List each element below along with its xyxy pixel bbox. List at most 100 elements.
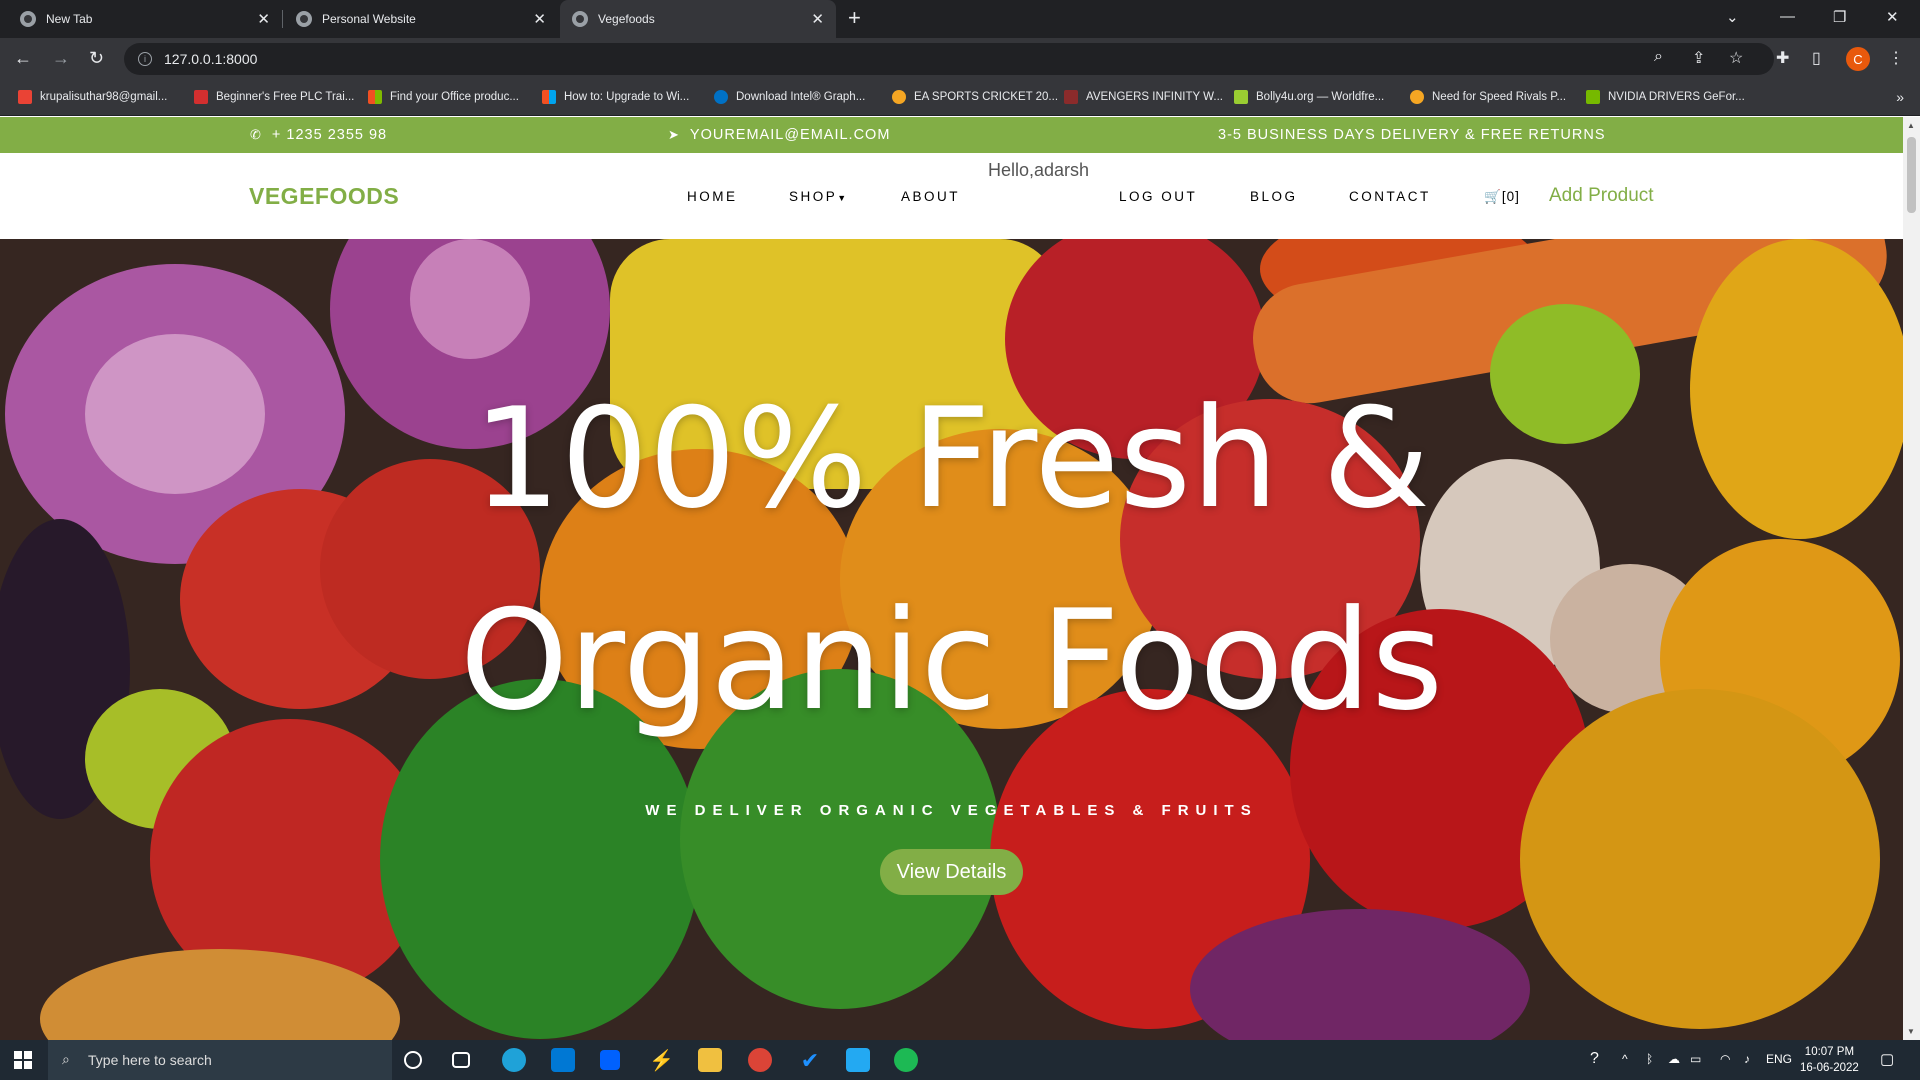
tab-vegefoods[interactable]: Vegefoods ✕ (560, 0, 836, 38)
forward-icon[interactable]: → (52, 48, 70, 69)
nav-home[interactable]: HOME (687, 189, 738, 204)
scroll-down-icon[interactable]: ▼ (1907, 1027, 1915, 1036)
chevron-up-icon[interactable]: ^ (1622, 1052, 1628, 1066)
tab-title: Personal Website (322, 12, 416, 26)
plc-icon (194, 90, 208, 104)
bookmark-label: How to: Upgrade to Wi... (564, 91, 690, 103)
language-indicator[interactable]: ENG (1766, 1052, 1792, 1066)
nav-logout[interactable]: LOG OUT (1119, 189, 1197, 204)
paper-plane-icon: ➤ (668, 127, 680, 142)
email-address: YOUREMAIL@EMAIL.COM (689, 127, 891, 143)
todo-icon[interactable]: ✔ (798, 1048, 822, 1073)
web-page: ✆ + 1235 2355 98 ➤ YOUREMAIL@EMAIL.COM 3… (0, 117, 1903, 1040)
bookmark-label: Beginner's Free PLC Trai... (216, 91, 355, 103)
close-tab-icon[interactable]: ✕ (257, 10, 270, 28)
minimize-icon[interactable]: — (1780, 8, 1795, 25)
cloud-icon[interactable]: ☁ (1668, 1052, 1680, 1066)
bookmark-item[interactable]: Download Intel® Graph... (714, 90, 865, 104)
greeting-text: Hello,adarsh (988, 160, 1090, 180)
bluetooth-icon[interactable]: ᛒ (1646, 1052, 1653, 1066)
nav-about[interactable]: ABOUT (901, 189, 960, 204)
profile-avatar[interactable]: C (1846, 47, 1870, 71)
scroll-up-icon[interactable]: ▲ (1907, 121, 1915, 130)
wifi-icon[interactable]: ◠ (1720, 1052, 1730, 1066)
close-tab-icon[interactable]: ✕ (533, 10, 546, 28)
volume-icon[interactable]: ♪ (1744, 1052, 1750, 1066)
system-clock[interactable]: 10:07 PM 16-06-2022 (1800, 1044, 1859, 1076)
back-icon[interactable]: ← (14, 48, 32, 69)
bookmark-star-icon[interactable]: ☆ (1729, 48, 1743, 68)
tab-search-icon[interactable]: ⌄ (1726, 8, 1739, 26)
chrome-taskbar-icon[interactable] (748, 1048, 772, 1072)
cortana-icon[interactable] (404, 1051, 422, 1069)
task-view-icon[interactable] (452, 1052, 470, 1068)
w-icon (1234, 90, 1248, 104)
nvidia-icon (1586, 90, 1600, 104)
email-info: ➤ YOUREMAIL@EMAIL.COM (668, 127, 890, 143)
edge-icon[interactable] (502, 1048, 526, 1072)
clock-date: 16-06-2022 (1800, 1062, 1859, 1074)
bookmark-label: Bolly4u.org — Worldfre... (1256, 91, 1385, 103)
bookmark-item[interactable]: EA SPORTS CRICKET 20... (892, 90, 1058, 104)
share-icon[interactable]: ⇪ (1692, 48, 1705, 68)
bookmark-item[interactable]: krupalisuthar98@gmail... (18, 90, 167, 104)
microsoft-icon (368, 90, 382, 104)
scrollbar-thumb[interactable] (1907, 137, 1916, 213)
clock-time: 10:07 PM (1804, 1046, 1855, 1058)
nav-contact[interactable]: CONTACT (1349, 189, 1431, 204)
battery-icon[interactable]: ▭ (1690, 1052, 1701, 1066)
game-icon (892, 90, 906, 104)
tab-personal-website[interactable]: Personal Website ✕ (284, 0, 558, 38)
phone-info: ✆ + 1235 2355 98 (250, 127, 387, 143)
reload-icon[interactable]: ↻ (89, 48, 104, 69)
side-panel-icon[interactable]: ▯ (1812, 48, 1821, 68)
tab-new-tab[interactable]: New Tab ✕ (8, 0, 283, 38)
browser-toolbar: ← → ↻ i 127.0.0.1:8000 ⌕ ⇪ ☆ ✚ ▯ C ⋮ (0, 38, 1920, 80)
extensions-icon[interactable]: ✚ (1776, 48, 1789, 68)
tab-title: Vegefoods (598, 12, 655, 26)
file-explorer-icon[interactable] (698, 1048, 722, 1072)
brand-logo[interactable]: VEGEFOODS (249, 183, 399, 210)
search-icon: ⌕ (62, 1051, 70, 1067)
dropbox-icon[interactable] (600, 1050, 620, 1070)
windows-start-icon[interactable] (14, 1051, 32, 1069)
globe-icon (296, 11, 312, 27)
more-bookmarks-icon[interactable]: » (1896, 89, 1904, 105)
site-info-icon[interactable]: i (138, 52, 152, 66)
help-icon[interactable]: ? (1590, 1050, 1599, 1068)
nav-shop[interactable]: SHOP▼ (789, 189, 846, 204)
taskbar-search-box[interactable]: ⌕ Type here to search (48, 1040, 392, 1080)
url-text: 127.0.0.1:8000 (164, 51, 258, 67)
cart-icon: 🛒 (1484, 189, 1502, 204)
close-window-icon[interactable]: ✕ (1886, 8, 1899, 26)
bookmark-item[interactable]: NVIDIA DRIVERS GeFor... (1586, 90, 1745, 104)
menu-icon[interactable]: ⋮ (1888, 48, 1904, 68)
bookmarks-bar: krupalisuthar98@gmail... Beginner's Free… (0, 80, 1920, 116)
bookmark-item[interactable]: AVENGERS INFINITY W... (1064, 90, 1223, 104)
zoom-icon[interactable]: ⌕ (1654, 48, 1663, 66)
page-scrollbar[interactable]: ▲ ▼ (1903, 117, 1920, 1040)
bookmark-item[interactable]: Bolly4u.org — Worldfre... (1234, 90, 1384, 104)
address-bar[interactable]: i 127.0.0.1:8000 (124, 43, 1774, 75)
new-tab-button[interactable]: + (848, 7, 861, 29)
close-tab-icon[interactable]: ✕ (811, 10, 824, 28)
restore-icon[interactable]: ❐ (1833, 8, 1846, 26)
bookmark-item[interactable]: Find your Office produc... (368, 90, 519, 104)
nav-blog[interactable]: BLOG (1250, 189, 1298, 204)
vscode-icon[interactable] (846, 1048, 870, 1072)
hero-subtitle: WE DELIVER ORGANIC VEGETABLES & FRUITS (645, 802, 1258, 819)
mail-icon[interactable] (551, 1048, 575, 1072)
app-icon[interactable]: ⚡ (649, 1048, 674, 1072)
bookmark-label: krupalisuthar98@gmail... (40, 91, 168, 103)
bookmark-item[interactable]: How to: Upgrade to Wi... (542, 90, 689, 104)
view-details-button[interactable]: View Details (880, 849, 1023, 895)
bookmark-item[interactable]: Beginner's Free PLC Trai... (194, 90, 354, 104)
spotify-icon[interactable] (894, 1048, 918, 1072)
add-product-link[interactable]: Add Product (1549, 185, 1654, 207)
bookmark-item[interactable]: Need for Speed Rivals P... (1410, 90, 1566, 104)
notifications-icon[interactable]: ▢ (1880, 1050, 1894, 1068)
chrome-icon (20, 11, 36, 27)
hero-title-line-2: Organic Foods (459, 580, 1444, 741)
main-navbar: VEGEFOODS Hello,adarsh HOME SHOP▼ ABOUT … (0, 153, 1903, 239)
nav-cart[interactable]: 🛒[0] (1484, 189, 1520, 205)
